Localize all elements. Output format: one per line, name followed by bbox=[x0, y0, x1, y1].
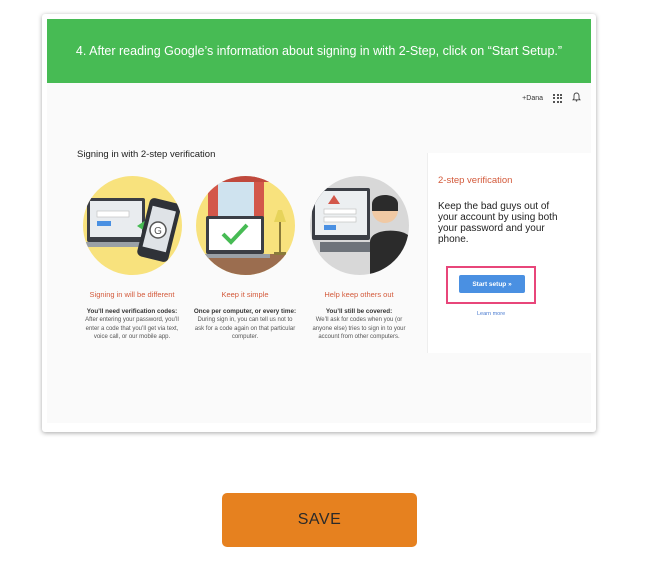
start-setup-button[interactable]: Start setup » bbox=[459, 275, 525, 293]
bell-icon[interactable] bbox=[572, 92, 581, 104]
instruction-card: 4. After reading Google’s information ab… bbox=[42, 14, 596, 432]
step-description: During sign in, you can tell us not to a… bbox=[194, 317, 296, 340]
step-title: Signing in will be different bbox=[89, 290, 175, 299]
apps-grid-icon[interactable] bbox=[553, 93, 562, 103]
step-keep-out: Help keep others out You’ll still be cov… bbox=[304, 176, 414, 342]
step-subtitle: You’ll need verification codes: bbox=[86, 308, 178, 315]
step-description: After entering your password, you’ll ent… bbox=[85, 317, 179, 340]
svg-text:G: G bbox=[154, 226, 162, 237]
learn-more-link[interactable]: Learn more bbox=[477, 311, 505, 317]
laptop-checkmark-illustration bbox=[195, 176, 295, 275]
instruction-banner: 4. After reading Google’s information ab… bbox=[47, 19, 591, 83]
google-topbar: +Dana bbox=[522, 92, 581, 104]
step-title: Help keep others out bbox=[324, 290, 394, 299]
step-title: Keep it simple bbox=[221, 290, 269, 299]
setup-sidebar: 2-step verification Keep the bad guys ou… bbox=[427, 153, 592, 353]
phone-laptop-illustration: G bbox=[82, 176, 182, 275]
start-setup-highlight: Start setup » bbox=[446, 266, 536, 304]
sidebar-title: 2-step verification bbox=[438, 175, 513, 186]
step-different: G Signing in will be different You’ll ne… bbox=[77, 176, 187, 342]
save-button[interactable]: SAVE bbox=[222, 493, 417, 547]
step-subtitle: Once per computer, or every time: bbox=[193, 308, 297, 315]
page-title: Signing in with 2-step verification bbox=[77, 149, 216, 160]
step-subtitle: You’ll still be covered: bbox=[325, 308, 393, 315]
user-link[interactable]: +Dana bbox=[522, 95, 543, 102]
burglar-illustration bbox=[309, 176, 409, 275]
step-simple: Keep it simple Once per computer, or eve… bbox=[190, 176, 300, 342]
instruction-text: 4. After reading Google’s information ab… bbox=[75, 44, 563, 58]
step-description: We’ll ask for codes when you (or anyone … bbox=[312, 317, 406, 340]
sidebar-text: Keep the bad guys out of your account by… bbox=[438, 201, 558, 245]
google-2step-screenshot: +Dana Signing in with 2-step verificatio… bbox=[47, 83, 592, 423]
